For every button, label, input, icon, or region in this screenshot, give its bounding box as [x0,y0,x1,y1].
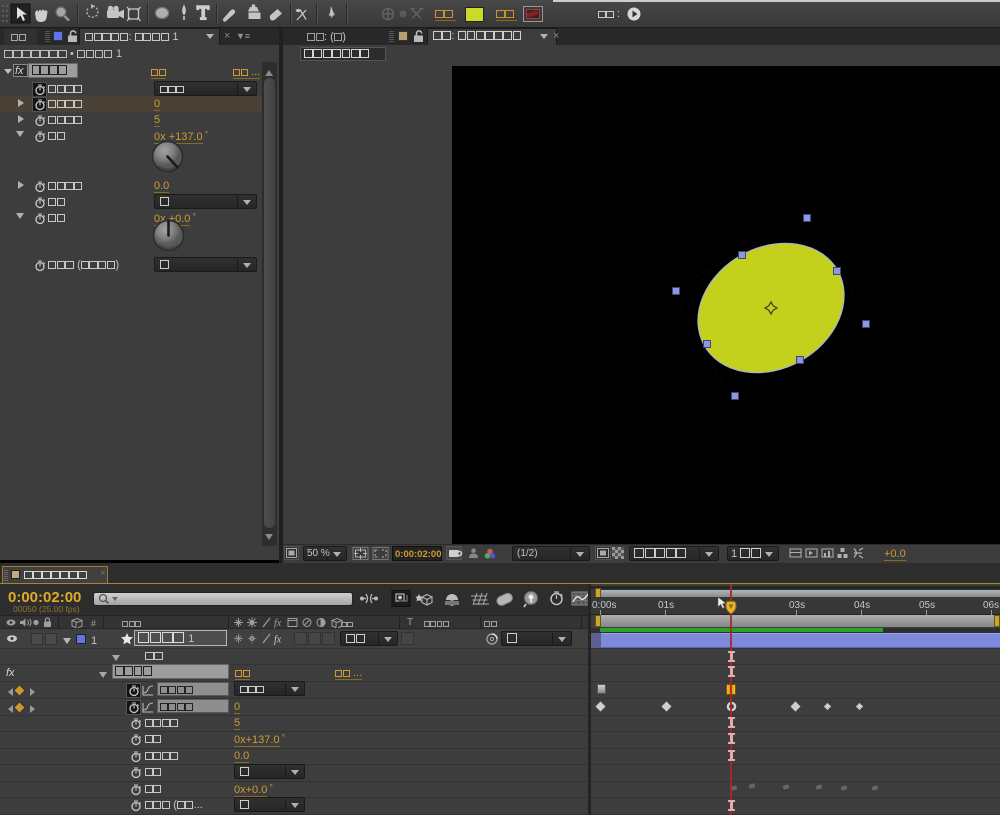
svg-text:fx: fx [274,635,282,646]
svg-text:#: # [91,619,96,629]
svg-text:fx: fx [274,618,282,629]
